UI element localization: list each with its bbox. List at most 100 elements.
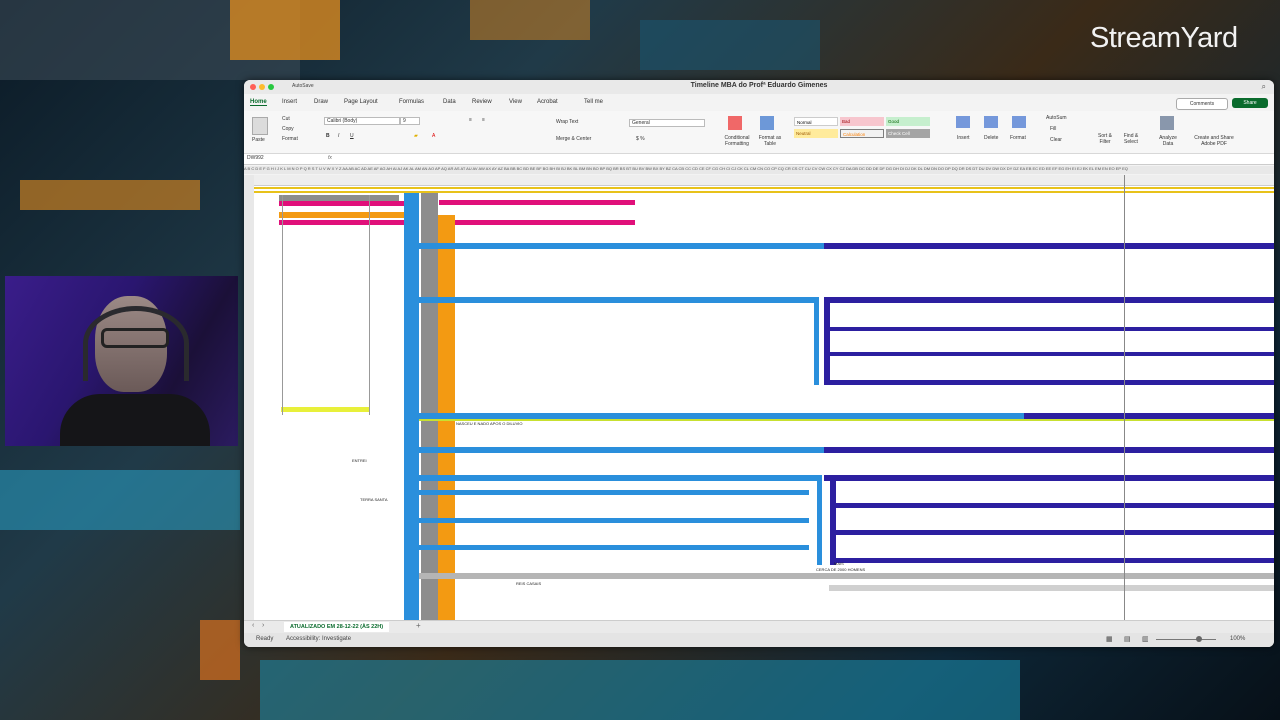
delete-cells-button[interactable]: Delete <box>984 135 998 141</box>
style-check-cell[interactable]: Check Cell <box>886 129 930 138</box>
format-table-icon[interactable] <box>760 116 774 130</box>
title-bar: AutoSave Timeline MBA do Profª Eduardo G… <box>244 80 1274 94</box>
blue-bar <box>814 297 819 385</box>
background-block <box>640 20 820 70</box>
status-bar: Ready Accessibility: Investigate ▦ ▤ ▥ 1… <box>244 633 1274 647</box>
timeline-label: CERCA DE 2000 HOMENS <box>816 567 866 572</box>
format-as-table-button[interactable]: Format as Table <box>756 135 784 147</box>
background-block <box>20 180 200 210</box>
timeline-label: REIS CASAIS <box>516 581 542 586</box>
tab-review[interactable]: Review <box>472 99 492 105</box>
find-select-button[interactable]: Find & Select <box>1120 133 1142 145</box>
align-center-icon[interactable]: ≡ <box>482 117 485 123</box>
cut-button[interactable]: Cut <box>282 116 290 122</box>
bold-button[interactable]: B <box>326 133 330 139</box>
analyze-data-button[interactable]: Analyze Data <box>1156 135 1180 147</box>
insert-cells-icon[interactable] <box>956 116 970 128</box>
blue-bar <box>419 518 809 523</box>
wrap-text-button[interactable]: Wrap Text <box>556 119 578 125</box>
align-left-icon[interactable]: ≡ <box>469 117 472 123</box>
blue-bar <box>419 490 809 495</box>
tab-home[interactable]: Home <box>250 99 267 106</box>
background-block <box>260 660 1020 720</box>
glasses <box>101 328 169 348</box>
font-size-select[interactable]: 9 <box>400 117 420 125</box>
excel-window: AutoSave Timeline MBA do Profª Eduardo G… <box>244 80 1274 647</box>
tab-data[interactable]: Data <box>443 99 456 105</box>
zoom-level[interactable]: 100% <box>1230 636 1245 642</box>
zoom-slider-knob[interactable] <box>1196 636 1202 642</box>
purple-bar <box>830 327 1274 331</box>
blue-bar <box>419 243 824 249</box>
number-format-select[interactable]: General <box>629 119 705 127</box>
presenter-body <box>60 394 210 446</box>
italic-button[interactable]: I <box>338 133 339 139</box>
delete-cells-icon[interactable] <box>984 116 998 128</box>
format-cells-icon[interactable] <box>1012 116 1026 128</box>
font-color-icon[interactable]: A <box>432 133 435 139</box>
sheet-tab-bar: ‹ › ATUALIZADO EM 28-12-22 (ÀS 22H) + <box>244 620 1274 633</box>
merge-center-button[interactable]: Merge & Center <box>556 136 591 142</box>
blue-bar <box>419 297 819 303</box>
tab-tell-me[interactable]: Tell me <box>584 99 603 105</box>
conditional-formatting-button[interactable]: Conditional Formatting <box>720 135 754 147</box>
period-block-magenta <box>279 220 404 225</box>
year-header-row <box>254 175 1274 186</box>
background-block <box>470 0 590 40</box>
autosum-button[interactable]: AutoSum <box>1046 115 1067 121</box>
tab-insert[interactable]: Insert <box>282 99 297 105</box>
purple-bar <box>830 352 1274 356</box>
tab-page-layout[interactable]: Page Layout <box>344 99 378 105</box>
vertical-era-blue <box>404 193 419 620</box>
currency-icon[interactable]: $ % <box>636 136 645 142</box>
window-title: Timeline MBA do Profª Eduardo Gimenes <box>690 82 828 89</box>
style-good[interactable]: Good <box>886 117 930 126</box>
accessibility-status[interactable]: Accessibility: Investigate <box>286 636 351 642</box>
fill-color-icon[interactable]: ▰ <box>414 133 418 139</box>
clear-button[interactable]: Clear <box>1050 137 1062 143</box>
font-select[interactable]: Calibri (Body) <box>324 117 400 125</box>
style-normal[interactable]: Normal <box>794 117 838 126</box>
style-neutral[interactable]: Neutral <box>794 129 838 138</box>
fill-button[interactable]: Fill <box>1050 126 1056 132</box>
prev-sheet-icon[interactable]: ‹ <box>252 622 254 629</box>
blue-bar <box>419 545 809 550</box>
format-painter-button[interactable]: Format <box>282 136 298 142</box>
formula-bar: DW992 fx <box>244 154 1274 165</box>
paste-icon[interactable] <box>252 117 268 135</box>
page-break-view-icon[interactable]: ▥ <box>1142 635 1149 643</box>
style-calculation[interactable]: Calculation <box>840 129 884 138</box>
page-layout-view-icon[interactable]: ▤ <box>1124 635 1131 643</box>
name-box[interactable]: DW992 <box>247 155 264 161</box>
add-sheet-icon[interactable]: + <box>416 621 421 630</box>
background-block <box>0 470 240 530</box>
format-cells-button[interactable]: Format <box>1010 135 1026 141</box>
ribbon-tabs: Home Insert Draw Page Layout Formulas Da… <box>244 96 1274 110</box>
next-sheet-icon[interactable]: › <box>262 622 264 629</box>
conditional-formatting-icon[interactable] <box>728 116 742 130</box>
create-pdf-button[interactable]: Create and Share Adobe PDF <box>1188 135 1240 147</box>
normal-view-icon[interactable]: ▦ <box>1106 635 1113 643</box>
analyze-data-icon[interactable] <box>1160 116 1174 130</box>
copy-button[interactable]: Copy <box>282 126 294 132</box>
guide-line <box>369 195 370 415</box>
purple-bar <box>836 558 1274 563</box>
insert-cells-button[interactable]: Insert <box>957 135 970 141</box>
tab-view[interactable]: View <box>509 99 522 105</box>
purple-bar <box>830 380 1274 385</box>
tab-draw[interactable]: Draw <box>314 99 328 105</box>
sheet-tab-active[interactable]: ATUALIZADO EM 28-12-22 (ÀS 22H) <box>284 622 390 632</box>
webcam-feed <box>5 276 238 446</box>
underline-button[interactable]: U <box>350 133 354 139</box>
streamyard-logo: StreamYard <box>1090 22 1238 54</box>
comments-button[interactable]: Comments <box>1176 98 1228 110</box>
share-button[interactable]: Share <box>1232 98 1268 108</box>
tab-acrobat[interactable]: Acrobat <box>537 99 558 105</box>
timeline-sheet[interactable]: NASCEU E NADO APOS O DILUVIO ENTREI TERR… <box>254 175 1274 620</box>
search-icon[interactable]: ⌕ <box>1262 82 1266 92</box>
purple-bar <box>1024 413 1274 419</box>
zoom-slider[interactable] <box>1156 639 1216 640</box>
tab-formulas[interactable]: Formulas <box>399 99 424 105</box>
sort-filter-button[interactable]: Sort & Filter <box>1094 133 1116 145</box>
style-bad[interactable]: Bad <box>840 117 884 126</box>
